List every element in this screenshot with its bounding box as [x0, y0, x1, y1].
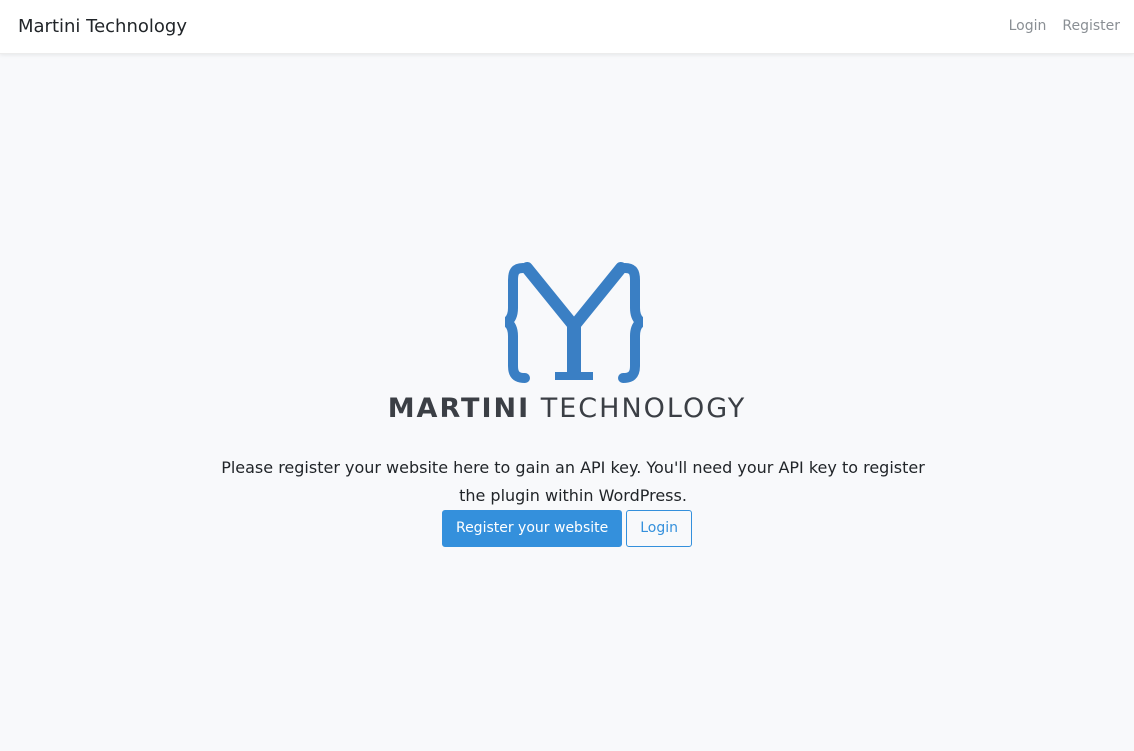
logo-wordmark: MARTINI TECHNOLOGY [0, 391, 1134, 427]
brand-link[interactable]: Martini Technology [18, 15, 187, 39]
top-navbar: Martini Technology Login Register [0, 0, 1134, 54]
nav-login-link[interactable]: Login [1009, 16, 1047, 36]
wordmark-technology: TECHNOLOGY [540, 393, 747, 424]
nav-register-link[interactable]: Register [1062, 16, 1120, 36]
main-content: MARTINI TECHNOLOGY Please register your … [0, 54, 1134, 751]
nav-links: Login Register [1009, 16, 1120, 36]
martini-logo-icon [502, 260, 646, 384]
wordmark-martini: MARTINI [387, 393, 531, 424]
action-buttons: Register your website Login [0, 510, 1134, 547]
login-button[interactable]: Login [626, 510, 693, 547]
register-website-button[interactable]: Register your website [441, 510, 623, 547]
intro-text: Please register your website here to gai… [221, 458, 925, 505]
